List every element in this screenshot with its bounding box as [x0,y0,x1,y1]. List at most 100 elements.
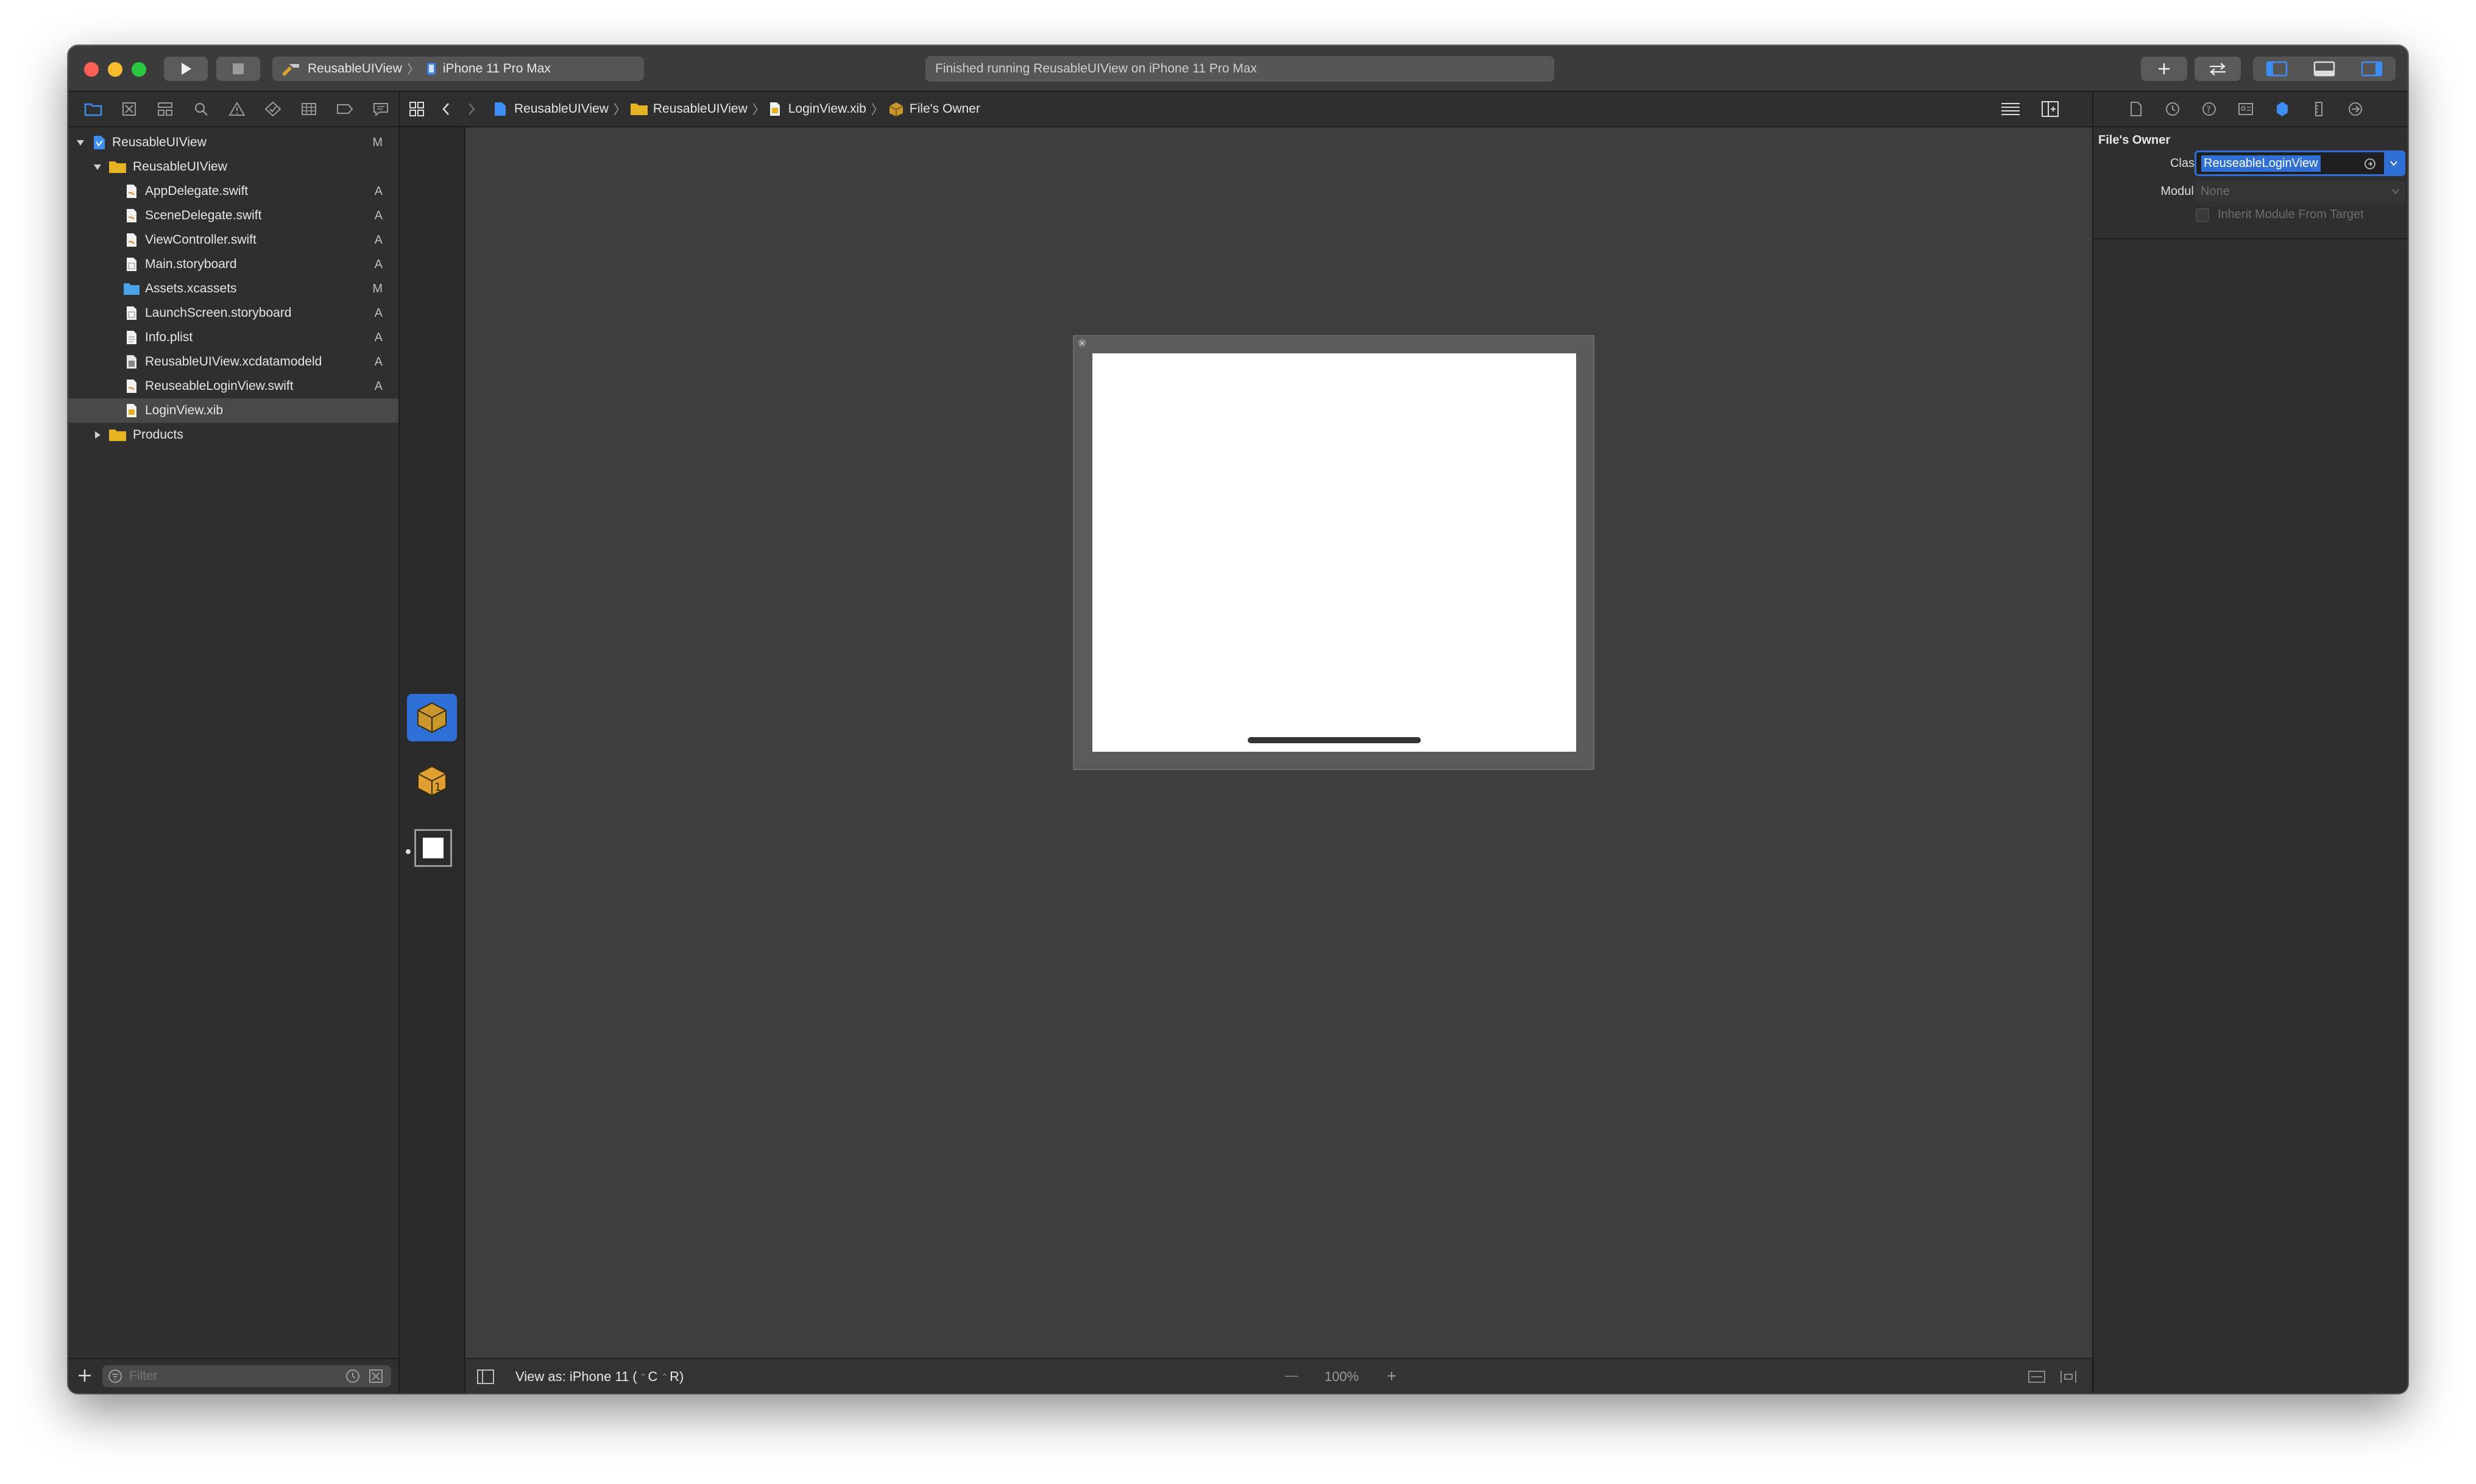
tab-source-control-navigator[interactable] [111,92,147,126]
tree-item-file[interactable]: ViewController.swift A [68,228,398,252]
recent-files-icon[interactable] [345,1368,361,1384]
attributes-inspector-icon [2277,102,2288,116]
run-icon [182,63,191,75]
tab-breakpoint-navigator[interactable] [327,92,363,126]
scheme-separator: 〉 [406,63,420,77]
tree-item-file-selected[interactable]: LoginView.xib [68,398,398,423]
tree-item-file[interactable]: Main.storyboard A [68,252,398,277]
inherit-module-checkbox[interactable] [2196,208,2209,222]
filter-input[interactable] [128,1366,338,1386]
scm-status: M [372,135,383,149]
zoom-level: 100% [1325,1369,1359,1384]
scm-filter-icon[interactable] [368,1368,384,1384]
tab-project-navigator[interactable] [76,92,111,126]
editor-options-icon[interactable] [2000,101,2021,118]
debug-area-toggle-button[interactable] [2301,57,2348,81]
tree-item-file[interactable]: AppDelegate.swift A [68,179,398,203]
first-responder-item[interactable]: 1 [407,757,457,805]
tab-test-navigator[interactable] [255,92,291,126]
filter-field[interactable] [102,1365,391,1387]
project-navigator: ReusableUIView M ReusableUIView AppDeleg… [68,92,400,1393]
find-icon [195,102,208,116]
tree-item-group[interactable]: Products [68,423,398,447]
breadcrumb-project[interactable]: ReusableUIView [514,102,609,116]
tab-attributes-inspector[interactable] [2264,92,2301,126]
outline-toggle-icon[interactable] [476,1369,495,1385]
files-owner-item[interactable] [407,694,457,741]
interface-builder-canvas[interactable] [465,127,2092,1358]
toolbar: ReusableUIView 〉 iPhone 11 Pro Max Finis… [68,46,2408,92]
quick-help-icon: ? [2202,102,2216,116]
class-navigate-icon[interactable] [2363,157,2377,171]
scm-status: A [374,233,383,247]
disclosure-closed-icon[interactable] [93,430,102,440]
inherit-module-label: Inherit Module From Target [2218,208,2364,221]
tree-item-file[interactable]: ReusableUIView.xcdatamodeld A [68,350,398,374]
align-icon[interactable] [2059,1369,2078,1385]
class-field-value[interactable]: ReuseableLoginView [2201,155,2321,172]
tab-report-navigator[interactable] [363,92,398,126]
tab-connections-inspector[interactable] [2337,92,2374,126]
scene-frame[interactable] [1073,335,1594,770]
tree-item-group[interactable]: ReusableUIView [68,155,398,179]
scheme-selector[interactable]: ReusableUIView 〉 iPhone 11 Pro Max [272,57,644,81]
chevron-down-icon[interactable] [2389,186,2402,197]
embed-in-icon[interactable] [2028,1369,2046,1385]
inspector-toggle-button[interactable] [2348,57,2396,81]
login-view[interactable] [1092,353,1576,752]
tab-symbol-navigator[interactable] [147,92,183,126]
zoom-window-button[interactable] [132,62,146,77]
scm-status: A [374,355,383,369]
report-icon [373,103,388,117]
tab-size-inspector[interactable] [2301,92,2337,126]
tab-quick-help[interactable]: ? [2191,92,2227,126]
scheme-device-label[interactable]: iPhone 11 Pro Max [443,62,551,76]
minimize-window-button[interactable] [108,62,122,77]
class-dropdown-button[interactable] [2384,152,2403,174]
zoom-in-button[interactable]: + [1387,1366,1396,1386]
view-item[interactable] [414,829,452,867]
tab-file-inspector[interactable] [2118,92,2154,126]
chevron-left-icon[interactable] [441,101,451,117]
disclosure-open-icon[interactable] [76,138,85,147]
class-combo[interactable]: ReuseableLoginView [2195,150,2405,176]
tree-item-project[interactable]: ReusableUIView M [68,130,398,155]
view-as-control[interactable]: View as: iPhone 11 ( ⌃ C ⌃ R) [515,1369,684,1385]
tree-item-assets[interactable]: Assets.xcassets M [68,277,398,301]
navigator-toggle-button[interactable] [2253,57,2301,81]
cube-icon [889,102,904,116]
tree-item-file[interactable]: ReuseableLoginView.swift A [68,374,398,398]
plist-file-icon [127,331,136,344]
tree-item-file[interactable]: LaunchScreen.storyboard A [68,301,398,325]
module-combo[interactable]: None [2195,181,2405,202]
code-review-button[interactable] [2195,57,2241,81]
scheme-target-label[interactable]: ReusableUIView [308,62,402,76]
svg-text:1: 1 [434,781,441,794]
run-button[interactable] [164,57,208,81]
breadcrumb-object[interactable]: File's Owner [910,102,980,116]
library-button[interactable] [2141,57,2187,81]
chevron-right-icon[interactable] [467,101,476,117]
code-review-icon [2210,63,2226,76]
tab-history-inspector[interactable] [2154,92,2191,126]
tab-issue-navigator[interactable] [219,92,255,126]
folder-icon [630,104,648,115]
add-icon[interactable] [77,1368,93,1383]
zoom-out-button[interactable]: — [1285,1368,1298,1383]
stop-button[interactable] [216,57,260,81]
close-window-button[interactable] [84,62,99,77]
tab-find-navigator[interactable] [183,92,219,126]
related-items-icon[interactable] [408,101,425,118]
disclosure-open-icon[interactable] [93,162,102,172]
scm-status: A [374,208,383,222]
add-editor-icon[interactable] [2041,101,2059,118]
breadcrumb-group[interactable]: ReusableUIView [653,102,748,116]
tab-identity-inspector[interactable] [2227,92,2264,126]
module-placeholder: None [2201,184,2230,198]
close-icon[interactable] [1077,337,1088,348]
breadcrumb-file[interactable]: LoginView.xib [788,102,866,116]
xib-file-icon [769,102,780,116]
tree-item-file[interactable]: SceneDelegate.swift A [68,203,398,228]
tree-item-file[interactable]: Info.plist A [68,325,398,350]
tab-debug-navigator[interactable] [291,92,327,126]
